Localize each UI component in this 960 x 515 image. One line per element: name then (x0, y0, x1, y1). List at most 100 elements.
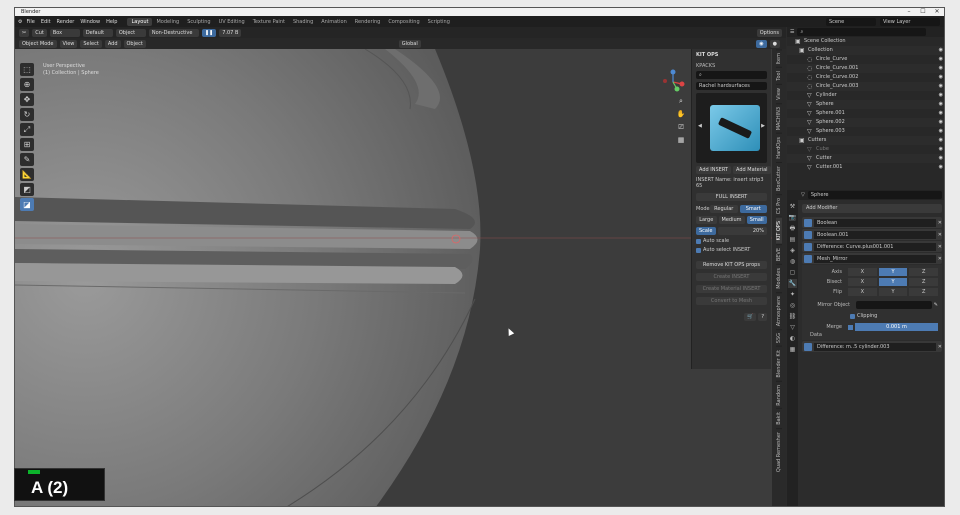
vtab-quad-remesher[interactable]: Quad Remesher (776, 428, 782, 476)
vtab-bakit[interactable]: Bakit (776, 408, 782, 429)
modifier-tab-icon[interactable]: 🔧 (788, 279, 797, 288)
next-arrow-icon[interactable]: ▶ (761, 123, 765, 129)
scale-label[interactable]: Scale (696, 227, 716, 235)
vtab-modules[interactable]: Modules (776, 263, 782, 292)
outliner-item[interactable]: ▽ Sphere.001 ◉ (787, 109, 944, 118)
vtab-kitops[interactable]: KIT OPS (776, 217, 782, 244)
close-icon[interactable]: ✕ (938, 220, 942, 226)
camera-icon[interactable]: ⎚ (676, 123, 686, 133)
zoom-icon[interactable]: ⌕ (676, 97, 686, 107)
material-tab-icon[interactable]: ◐ (788, 334, 797, 343)
measure-icon[interactable]: 📐 (20, 168, 34, 181)
outliner-item[interactable]: ▽ Cutter ◉ (787, 154, 944, 163)
bisect-z[interactable]: Z (909, 278, 939, 286)
axis-z[interactable]: Z (909, 268, 939, 276)
vtab-tool[interactable]: Tool (776, 67, 782, 85)
pause-icon[interactable]: ❚❚ (201, 28, 217, 37)
tab-modeling[interactable]: Modeling (152, 18, 183, 26)
menu-select[interactable]: Select (80, 39, 102, 48)
blender-logo-icon[interactable]: ⚙ (18, 19, 22, 25)
bisect-y[interactable]: Y (878, 278, 908, 286)
modifier-difference-curve[interactable]: Difference: Curve.plus001.001 ✕ (802, 241, 942, 252)
vtab-atmosphere[interactable]: Atmosphere (776, 291, 782, 329)
render-tab-icon[interactable]: 📷 (788, 213, 797, 222)
visibility-eye-icon[interactable]: ◉ (939, 55, 943, 64)
visibility-eye-icon[interactable]: ◉ (939, 73, 943, 82)
shape-dropdown[interactable]: Box (49, 28, 80, 37)
outliner-item[interactable]: ▽ Cutter.001 ◉ (787, 163, 944, 172)
object-tab-icon[interactable]: ▢ (788, 268, 797, 277)
visibility-eye-icon[interactable]: ◉ (939, 46, 943, 55)
view-layer-selector[interactable]: View Layer (880, 17, 940, 26)
outliner-item[interactable]: ◌ Circle_Curve.003 ◉ (787, 82, 944, 91)
menu-file[interactable]: File (26, 19, 34, 25)
boxcutter-icon[interactable]: ◩ (20, 183, 34, 196)
mirror-object-field[interactable] (856, 301, 932, 309)
tab-scripting[interactable]: Scripting (424, 18, 454, 26)
create-insert-button[interactable]: Create INSERT (696, 273, 767, 281)
flip-y[interactable]: Y (878, 288, 908, 296)
scale-icon[interactable]: ⤢ (20, 123, 34, 136)
size-medium-button[interactable]: Medium (718, 216, 745, 224)
close-icon[interactable]: ✕ (938, 256, 942, 262)
annotate-icon[interactable]: ✎ (20, 153, 34, 166)
scene-selector[interactable]: Scene (826, 17, 876, 26)
mode-smart-button[interactable]: Smart (739, 205, 767, 213)
tool-name[interactable]: Cut (32, 28, 47, 37)
texture-tab-icon[interactable]: ▦ (788, 345, 797, 354)
view-layer-tab-icon[interactable]: ▤ (788, 235, 797, 244)
tab-animation[interactable]: Animation (317, 18, 351, 26)
vtab-boxcutter[interactable]: BoxCutter (776, 161, 782, 194)
outliner-item[interactable]: ◌ Circle_Curve ◉ (787, 55, 944, 64)
modifier-difference-cylinder[interactable]: Difference: m..5 cylinder.003 ✕ (802, 341, 942, 352)
help-icon[interactable]: ? (758, 313, 767, 321)
options-dropdown[interactable]: Options (756, 28, 782, 37)
size-small-button[interactable]: Small (746, 216, 767, 224)
modifier-name[interactable]: Mesh_Mirror (814, 254, 936, 263)
object-name-field[interactable]: Sphere (807, 191, 942, 199)
convert-to-mesh-button[interactable]: Convert to Mesh (696, 297, 767, 305)
visibility-eye-icon[interactable]: ◉ (939, 154, 943, 163)
outliner-item[interactable]: ▽ Sphere.002 ◉ (787, 118, 944, 127)
axis-x[interactable]: X (848, 268, 877, 276)
tab-rendering[interactable]: Rendering (351, 18, 385, 26)
rotate-icon[interactable]: ↻ (20, 108, 34, 121)
data-subpanel[interactable]: Data (806, 332, 938, 338)
modifier-name[interactable]: Difference: m..5 cylinder.003 (814, 342, 936, 351)
visibility-eye-icon[interactable]: ◉ (939, 118, 943, 127)
insert-thumbnail[interactable]: ◀ ▶ (696, 93, 767, 163)
cursor-icon[interactable]: ⊕ (20, 78, 34, 91)
particles-tab-icon[interactable]: ✦ (788, 290, 797, 299)
visibility-eye-icon[interactable]: ◉ (939, 109, 943, 118)
mode-regular-button[interactable]: Regular (710, 205, 738, 213)
vtab-cspro[interactable]: CS Pro (776, 193, 782, 218)
flip-z[interactable]: Z (909, 288, 939, 296)
scene-tab-icon[interactable]: ◈ (788, 246, 797, 255)
size-field[interactable]: 7.07 B (219, 28, 242, 37)
outliner-item[interactable]: ▽ Cube ◉ (787, 145, 944, 154)
object-mode-dropdown[interactable]: Object Mode (19, 39, 57, 48)
vtab-view[interactable]: View (776, 84, 782, 103)
outliner-type-icon[interactable]: ☰ (790, 29, 794, 35)
visibility-eye-icon[interactable]: ◉ (939, 163, 943, 172)
mode-dropdown[interactable]: Non-Destructive (148, 28, 199, 37)
modifier-name[interactable]: Boolean.001 (814, 230, 936, 239)
menu-render[interactable]: Render (57, 19, 75, 25)
size-large-button[interactable]: Large (696, 216, 717, 224)
visibility-eye-icon[interactable]: ◉ (939, 145, 943, 154)
cut-tool-icon[interactable]: ✂ (19, 28, 30, 37)
physics-tab-icon[interactable]: ◎ (788, 301, 797, 310)
vtab-hardops[interactable]: HardOps (776, 133, 782, 162)
outliner-item[interactable]: ▽ Sphere.003 ◉ (787, 127, 944, 136)
eyedropper-icon[interactable]: ✎ (934, 302, 938, 308)
menu-view[interactable]: View (59, 39, 78, 48)
vtab-blenderkit[interactable]: Blender Kit (776, 346, 782, 381)
constraints-tab-icon[interactable]: ⛓ (788, 312, 797, 321)
kpack-search[interactable]: ⌕ (696, 71, 767, 79)
menu-edit[interactable]: Edit (41, 19, 51, 25)
modifier-name[interactable]: Difference: Curve.plus001.001 (814, 242, 936, 251)
outliner-search[interactable]: ⌕ (797, 28, 926, 36)
vtab-ssg[interactable]: SSG (776, 328, 782, 347)
pan-icon[interactable]: ✋ (676, 110, 686, 120)
menu-object[interactable]: Object (123, 39, 146, 48)
